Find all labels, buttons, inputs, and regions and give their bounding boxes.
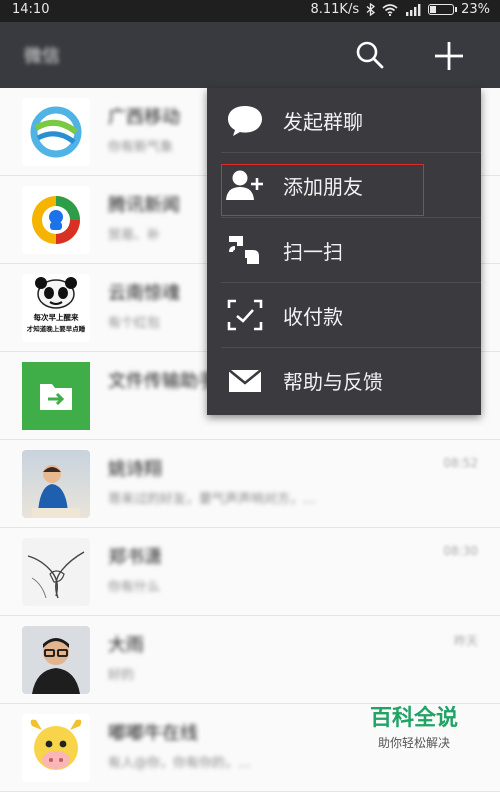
chat-bubble-icon: [228, 106, 262, 136]
payment-scan-icon: [227, 299, 263, 331]
menu-item-help-feedback[interactable]: 帮助与反馈: [207, 348, 481, 413]
child-photo-avatar: [22, 450, 90, 518]
app-titlebar: 微信: [0, 22, 500, 88]
panda-meme-avatar: 每次早上醒来 才知道晚上要早点睡: [22, 274, 90, 342]
app-title: 微信: [24, 46, 60, 67]
chat-time: 08:30: [443, 544, 478, 558]
chat-name: 郑书潇: [108, 547, 162, 568]
signal-icon: [406, 3, 421, 16]
chat-preview: 贸易、补: [108, 228, 161, 243]
chat-list-item[interactable]: 姚诗翔 哥来过的好友，要气声声响对方，… 08:52: [0, 440, 500, 528]
chat-name: 云南惊魂: [108, 283, 180, 304]
watermark-sub: 助你轻松解决: [377, 736, 450, 750]
chat-preview: 有人@你，你有你的，…: [108, 756, 252, 771]
man-photo-avatar: [22, 626, 90, 694]
chat-name: 广西移动: [108, 107, 180, 128]
chat-time: 昨天: [453, 634, 478, 648]
cow-cartoon-avatar: [22, 714, 90, 782]
chat-name: 腾讯新闻: [108, 195, 180, 216]
highlight-box: [221, 164, 424, 216]
menu-item-payment[interactable]: 收付款: [207, 283, 481, 348]
chat-name: 嘟嘟牛在线: [108, 723, 198, 744]
menu-item-scan[interactable]: 扫一扫: [207, 218, 481, 283]
chat-list-item[interactable]: 郑书潇 你有什么 08:30: [0, 528, 500, 616]
chat-time: 08:52: [443, 456, 478, 470]
watermark: 百科全说 助你轻松解决: [360, 700, 468, 752]
bluetooth-icon: [366, 3, 376, 16]
network-speed: 8.11K/s: [310, 2, 360, 17]
china-mobile-logo: [22, 98, 90, 166]
chat-preview: 你有什么: [108, 580, 161, 595]
hands-sketch-avatar: [22, 538, 90, 606]
menu-item-group-chat[interactable]: 发起群聊: [207, 88, 481, 153]
file-transfer-icon: [22, 362, 90, 430]
menu-item-label: 扫一扫: [283, 240, 343, 264]
watermark-main: 百科全说: [369, 706, 458, 731]
menu-item-label: 帮助与反馈: [283, 370, 383, 394]
status-time: 14:10: [12, 2, 50, 17]
tencent-news-logo: [22, 186, 90, 254]
chat-preview: 好的: [108, 668, 135, 683]
chat-name: 文件传输助手: [108, 371, 216, 392]
battery-fill: [430, 6, 436, 13]
chat-preview: 哥来过的好友，要气声声响对方，…: [108, 492, 317, 507]
battery-icon: [428, 4, 458, 15]
chat-list-item[interactable]: 大雨 好的 昨天: [0, 616, 500, 704]
scan-icon: [229, 236, 259, 264]
status-bar: 14:10 8.11K/s 23%: [0, 0, 500, 22]
wifi-icon: [382, 3, 398, 16]
mail-icon: [228, 368, 262, 392]
svg-text:才知道晚上要早点睡: 才知道晚上要早点睡: [27, 324, 86, 333]
svg-text:每次早上醒来: 每次早上醒来: [34, 312, 79, 322]
plus-dropdown-menu: 发起群聊 添加朋友 扫一扫 收付款 帮助与反馈: [207, 88, 481, 415]
status-right: 8.11K/s 23%: [310, 2, 490, 17]
battery-percent: 23%: [461, 2, 490, 17]
menu-item-label: 收付款: [283, 305, 343, 329]
menu-item-label: 发起群聊: [283, 110, 363, 134]
plus-icon[interactable]: [432, 39, 466, 73]
chat-name: 姚诗翔: [108, 459, 162, 480]
chat-preview: 有个红包: [108, 316, 161, 331]
chat-name: 大雨: [108, 635, 144, 656]
chat-preview: 你有新气象: [108, 140, 174, 155]
search-icon[interactable]: [354, 39, 386, 71]
